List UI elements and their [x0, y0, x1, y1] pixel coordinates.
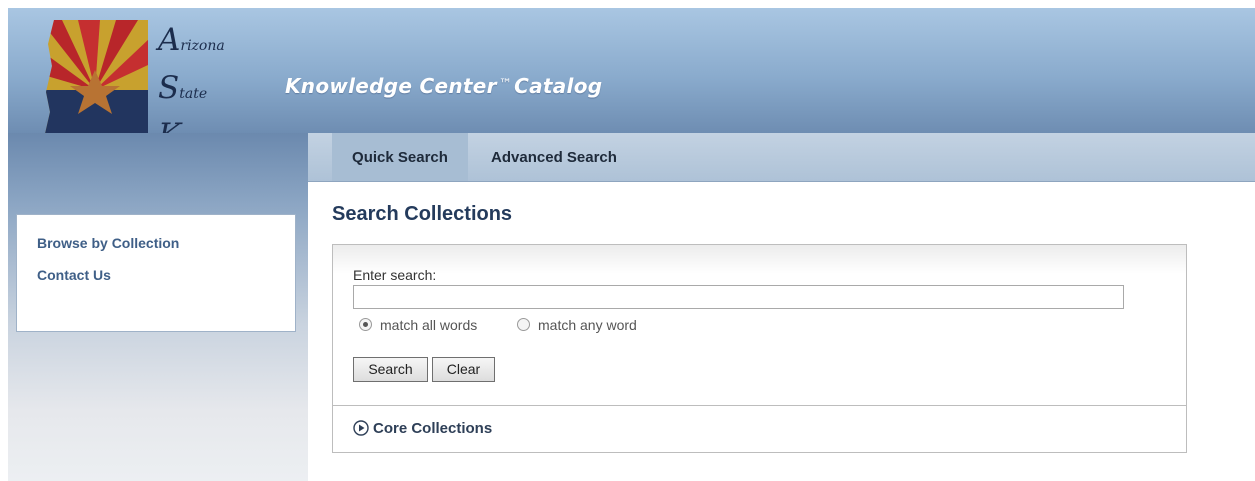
trademark-symbol: ™	[498, 77, 513, 92]
page: Arizona State Knowledge Knowledge Center…	[8, 8, 1255, 481]
search-label: Enter search:	[353, 267, 437, 283]
catalog-title-part2: Catalog	[514, 74, 603, 98]
catalog-title: Knowledge Center ™ Catalog	[285, 74, 602, 98]
panel-divider	[333, 405, 1186, 406]
radio-label-all: match all words	[380, 317, 478, 333]
search-button[interactable]: Search	[353, 357, 428, 382]
core-collections-toggle[interactable]: Core Collections	[353, 420, 492, 437]
tab-quick-search[interactable]: Quick Search	[332, 133, 468, 181]
core-collections-label: Core Collections	[373, 420, 493, 437]
radio-checked-icon[interactable]	[359, 318, 372, 331]
header-banner: Arizona State Knowledge Knowledge Center…	[8, 8, 1255, 160]
play-circle-icon[interactable]	[353, 420, 369, 436]
radio-match-all-words[interactable]: match all words	[359, 317, 477, 337]
tab-bar: Quick Search Advanced Search	[308, 133, 1255, 182]
page-title: Search Collections	[332, 203, 513, 225]
logo-word-arizona: Arizona	[158, 22, 225, 58]
radio-match-any-word[interactable]: match any word	[517, 317, 637, 337]
catalog-title-part1: Knowledge Center	[285, 74, 497, 98]
logo-word-state: State	[158, 70, 208, 106]
tab-advanced-search[interactable]: Advanced Search	[474, 133, 634, 181]
contact-us-link[interactable]: Contact Us	[37, 267, 111, 283]
search-form: Enter search: match all words match any …	[333, 245, 1186, 405]
clear-button[interactable]: Clear	[432, 357, 495, 382]
search-panel: Enter search: match all words match any …	[332, 244, 1187, 453]
radio-label-any: match any word	[538, 317, 637, 333]
browse-by-collection-link[interactable]: Browse by Collection	[37, 235, 179, 251]
radio-unchecked-icon[interactable]	[517, 318, 530, 331]
search-input[interactable]	[353, 285, 1124, 309]
sidebar: Browse by Collection Contact Us	[16, 214, 296, 332]
